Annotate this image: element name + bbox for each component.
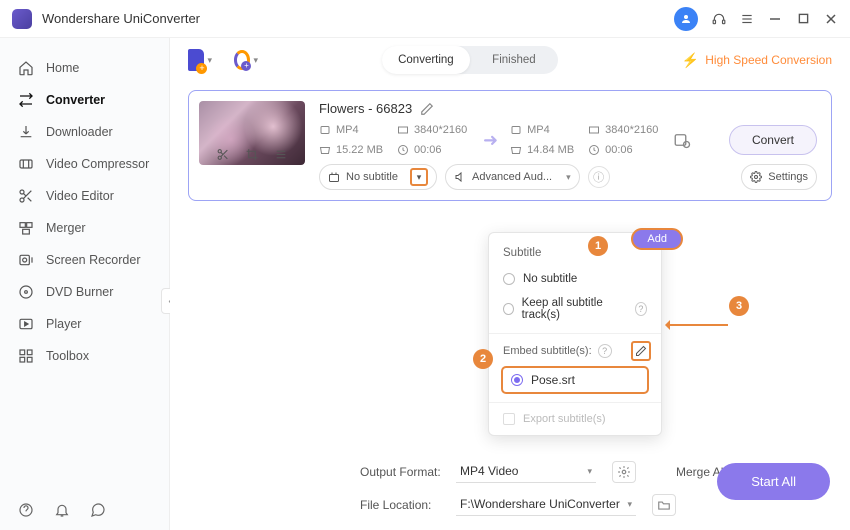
play-icon [18, 316, 34, 332]
tab-finished[interactable]: Finished [470, 46, 558, 74]
edit-subtitle-button[interactable] [631, 341, 651, 361]
dst-duration: 00:06 [588, 144, 662, 156]
file-plus-icon [188, 49, 204, 71]
user-avatar[interactable] [674, 7, 698, 31]
convert-button[interactable]: Convert [729, 125, 817, 155]
file-location-label: File Location: [360, 498, 446, 512]
info-icon[interactable]: ⓘ [588, 166, 610, 188]
rename-icon[interactable] [420, 102, 434, 116]
open-folder-button[interactable] [652, 494, 676, 516]
subtitle-select[interactable]: No subtitle ▾ [319, 164, 437, 190]
url-plus-icon [234, 50, 250, 70]
merger-icon [18, 220, 34, 236]
file-title: Flowers - 66823 [319, 101, 412, 116]
grid-icon [18, 348, 34, 364]
add-file-button[interactable]: ▾ [188, 48, 212, 72]
dst-resolution[interactable]: 3840*2160 [588, 124, 662, 136]
home-icon [18, 60, 34, 76]
chevron-down-icon: ▾ [253, 55, 258, 66]
callout-arrow [668, 324, 728, 326]
disc-icon [18, 284, 34, 300]
compressor-icon [18, 156, 34, 172]
radio-icon [503, 273, 515, 285]
callout-step-3: 3 [729, 296, 749, 316]
export-subtitle-row: Export subtitle(s) [489, 402, 661, 429]
sidebar-item-player[interactable]: Player [0, 308, 169, 340]
file-card: Flowers - 66823 MP4 3840*2160 15.22 MB 0… [188, 90, 832, 201]
maximize-button[interactable] [796, 12, 810, 26]
arrow-right-icon: ➜ [483, 130, 498, 151]
crop-icon[interactable] [246, 148, 259, 161]
recorder-icon [18, 252, 34, 268]
option-keep-all[interactable]: Keep all subtitle track(s)? [489, 291, 661, 327]
app-logo [12, 9, 32, 29]
output-format-label: Output Format: [360, 465, 446, 479]
tab-converting[interactable]: Converting [382, 46, 470, 74]
sidebar-item-editor[interactable]: Video Editor [0, 180, 169, 212]
option-no-subtitle[interactable]: No subtitle [489, 267, 661, 291]
audio-select[interactable]: Advanced Aud... ▾ [445, 164, 580, 190]
dst-size: 14.84 MB [510, 144, 584, 156]
sidebar: Home Converter Downloader Video Compress… [0, 38, 170, 530]
src-size: 15.22 MB [319, 144, 393, 156]
sidebar-item-converter[interactable]: Converter [0, 84, 169, 116]
embed-section: Embed subtitle(s): ? [489, 333, 661, 362]
close-button[interactable] [824, 12, 838, 26]
checkbox-icon[interactable] [503, 413, 515, 425]
footer-bar: Output Format: MP4 Video▾ Merge All File… [340, 450, 850, 530]
effects-icon[interactable] [275, 148, 288, 161]
start-all-button[interactable]: Start All [717, 463, 830, 500]
callout-step-1: 1 [588, 236, 608, 256]
output-format-select[interactable]: MP4 Video▾ [456, 460, 596, 483]
menu-icon[interactable] [740, 12, 754, 26]
sidebar-item-compressor[interactable]: Video Compressor [0, 148, 169, 180]
sidebar-item-toolbox[interactable]: Toolbox [0, 340, 169, 372]
main-panel: ▾ ▾ Converting Finished ⚡ High Speed Con… [170, 38, 850, 530]
chevron-down-icon: ▾ [207, 55, 212, 66]
minimize-button[interactable] [768, 12, 782, 26]
sidebar-item-dvd[interactable]: DVD Burner [0, 276, 169, 308]
src-format: MP4 [319, 124, 393, 136]
output-settings-icon[interactable] [672, 130, 692, 150]
sidebar-item-merger[interactable]: Merger [0, 212, 169, 244]
headset-icon[interactable] [712, 12, 726, 26]
src-duration: 00:06 [397, 144, 471, 156]
help-icon[interactable]: ? [635, 302, 647, 316]
chevron-down-icon[interactable]: ▾ [410, 168, 428, 186]
app-title: Wondershare UniConverter [42, 11, 674, 26]
sidebar-item-home[interactable]: Home [0, 52, 169, 84]
sidebar-item-recorder[interactable]: Screen Recorder [0, 244, 169, 276]
toolbar: ▾ ▾ Converting Finished ⚡ High Speed Con… [170, 38, 850, 82]
sidebar-item-downloader[interactable]: Downloader [0, 116, 169, 148]
radio-icon [511, 374, 523, 386]
bell-icon[interactable] [54, 502, 70, 518]
radio-icon [503, 303, 514, 315]
high-speed-link[interactable]: ⚡ High Speed Conversion [682, 52, 832, 69]
settings-button[interactable]: Settings [741, 164, 817, 190]
status-tabs: Converting Finished [382, 46, 558, 74]
src-resolution: 3840*2160 [397, 124, 471, 136]
add-url-button[interactable]: ▾ [234, 48, 258, 72]
help-icon[interactable]: ? [598, 344, 612, 358]
scissors-icon [18, 188, 34, 204]
trim-icon[interactable] [217, 148, 230, 161]
converter-icon [18, 92, 34, 108]
download-icon [18, 124, 34, 140]
titlebar: Wondershare UniConverter [0, 0, 850, 38]
subtitle-file-option[interactable]: Pose.srt [501, 366, 649, 394]
bolt-icon: ⚡ [682, 52, 699, 69]
output-settings-icon[interactable] [612, 461, 636, 483]
feedback-icon[interactable] [90, 502, 106, 518]
add-subtitle-button[interactable]: Add [631, 228, 683, 250]
dst-format[interactable]: MP4 [510, 124, 584, 136]
help-icon[interactable] [18, 502, 34, 518]
callout-step-2: 2 [473, 349, 493, 369]
subtitle-dropdown: Add Subtitle No subtitle Keep all subtit… [488, 232, 662, 436]
file-location-select[interactable]: F:\Wondershare UniConverter▾ [456, 493, 636, 516]
